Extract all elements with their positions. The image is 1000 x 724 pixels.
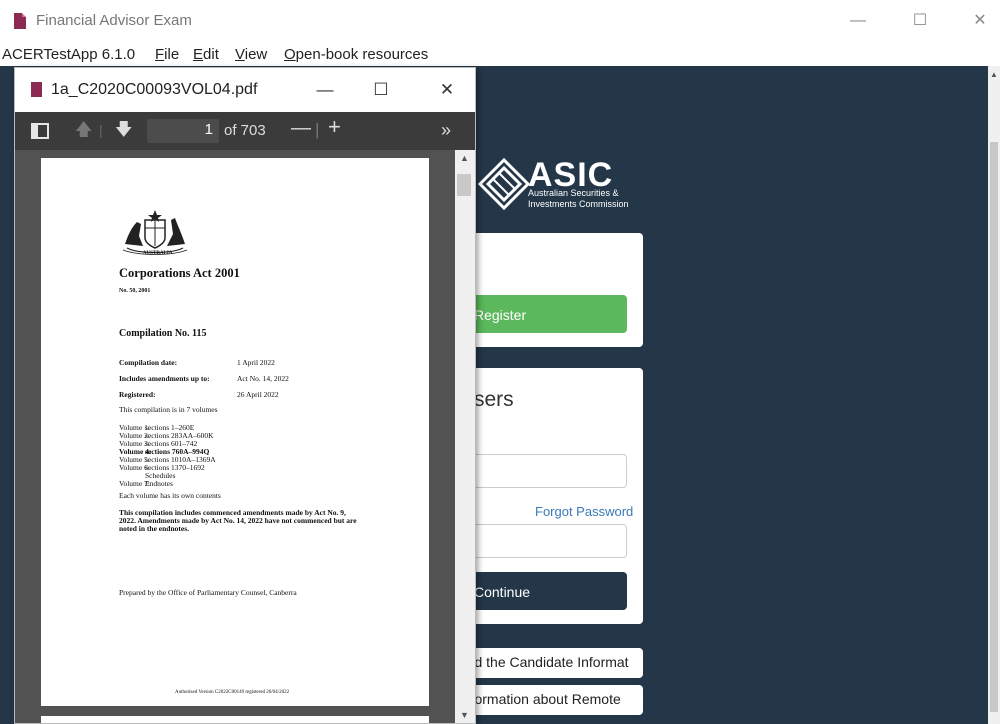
amendments-label: Includes amendments up to:: [119, 374, 210, 383]
window-title: Financial Advisor Exam: [36, 12, 192, 29]
page-count: of 703: [224, 122, 266, 139]
volumes-intro: This compilation is in 7 volumes: [119, 405, 218, 414]
app-icon: [14, 13, 26, 29]
scrollbar-thumb[interactable]: [990, 142, 998, 712]
menu-file[interactable]: File: [155, 46, 179, 63]
close-button[interactable]: ✕: [965, 8, 995, 34]
pdf-close-button[interactable]: ✕: [433, 77, 461, 103]
sidebar-toggle-icon[interactable]: [31, 123, 49, 139]
compilation-date-label: Compilation date:: [119, 358, 178, 367]
act-number: No. 50, 2001: [119, 288, 151, 294]
menu-view[interactable]: View: [235, 46, 267, 63]
pdf-minimize-button[interactable]: —: [311, 77, 339, 103]
toolbar-separator: |: [99, 122, 103, 138]
menu-edit[interactable]: Edit: [193, 46, 219, 63]
more-tools-icon[interactable]: »: [441, 120, 451, 140]
minimize-button[interactable]: —: [843, 8, 873, 34]
pdf-scrollbar[interactable]: ▲ ▼: [455, 150, 475, 723]
zoom-out-icon[interactable]: —: [291, 118, 311, 138]
previous-page-icon[interactable]: 🡅: [75, 120, 92, 140]
amendment-note-line: noted in the endnotes.: [119, 524, 190, 533]
maximize-button[interactable]: ☐: [905, 8, 935, 34]
page-scrollbar[interactable]: ▲: [988, 66, 1000, 724]
each-volume-note: Each volume has its own contents: [119, 491, 221, 500]
compilation-number: Compilation No. 115: [119, 328, 207, 339]
next-page-icon[interactable]: 🡇: [115, 120, 132, 140]
pdf-scroll-up-icon[interactable]: ▲: [460, 153, 469, 163]
pdf-toolbar: 🡅 | 🡇 1 of 703 — | + »: [15, 112, 475, 150]
password-input[interactable]: [464, 524, 627, 558]
compilation-date-value: 1 April 2022: [237, 358, 275, 367]
pdf-file-icon: [31, 82, 42, 97]
pdf-scrollbar-thumb[interactable]: [457, 174, 471, 196]
pdf-title-bar: 1a_C2020C00093VOL04.pdf — ☐ ✕: [15, 68, 475, 112]
page-number-input[interactable]: 1: [147, 119, 219, 143]
pdf-scroll-down-icon[interactable]: ▼: [460, 710, 469, 720]
toolbar-separator-2: |: [315, 120, 320, 139]
app-name-label: ACERTestApp 6.1.0: [2, 46, 136, 63]
pdf-maximize-button[interactable]: ☐: [367, 77, 395, 103]
menu-open-book-resources[interactable]: Open-book resources: [284, 46, 428, 63]
registered-label: Registered:: [119, 390, 156, 399]
volume-sections: Endnotes: [145, 479, 173, 488]
title-bar: Financial Advisor Exam — ☐ ✕: [0, 0, 1000, 44]
register-button[interactable]: Register: [464, 295, 627, 333]
asic-brand-subtitle: Australian Securities & Investments Comm…: [528, 188, 629, 209]
pdf-next-page: [41, 716, 429, 723]
continue-button[interactable]: Continue: [464, 572, 627, 610]
forgot-password-link[interactable]: Forgot Password: [535, 504, 633, 519]
amendments-value: Act No. 14, 2022: [237, 374, 289, 383]
crest-label: AUSTRALIA: [143, 251, 173, 256]
prepared-by: Prepared by the Office of Parliamentary …: [119, 588, 297, 597]
username-input[interactable]: [464, 454, 627, 488]
scroll-up-icon[interactable]: ▲: [990, 70, 998, 79]
document-title: Corporations Act 2001: [119, 266, 240, 280]
pdf-filename: 1a_C2020C00093VOL04.pdf: [51, 81, 258, 98]
page-footer: Authorised Version C2022C00149 registere…: [175, 690, 290, 695]
pdf-viewer-window: 1a_C2020C00093VOL04.pdf — ☐ ✕ 🡅 | 🡇 1 of…: [14, 67, 476, 724]
pdf-page: AUSTRALIA Corporations Act 2001 No. 50, …: [41, 158, 429, 706]
users-heading: sers: [474, 388, 514, 411]
registered-value: 26 April 2022: [237, 390, 279, 399]
menu-bar: ACERTestApp 6.1.0 File Edit View Open-bo…: [0, 44, 1000, 66]
zoom-in-icon[interactable]: +: [328, 116, 341, 138]
